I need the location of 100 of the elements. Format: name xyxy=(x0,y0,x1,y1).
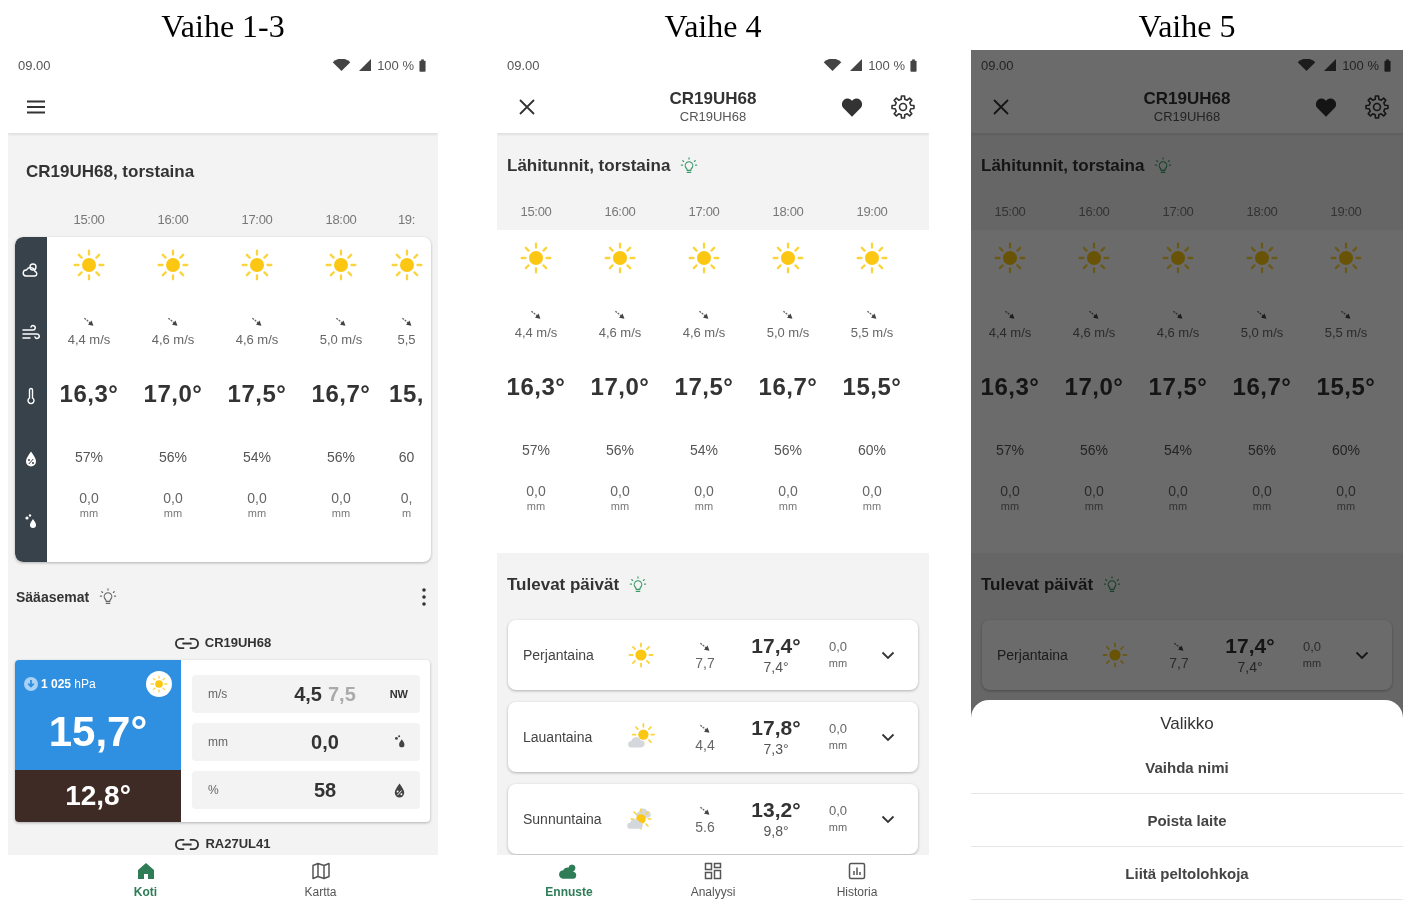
temperature: 16,7° xyxy=(311,379,371,409)
wind-speed: 4,6 m/s xyxy=(682,324,726,342)
battery-icon xyxy=(419,58,426,72)
hour-label: 17:00 xyxy=(241,211,273,227)
lightbulb-icon xyxy=(629,576,648,594)
section-title: Lähitunnit, torstaina xyxy=(981,155,1145,177)
menu-item[interactable]: Liitä peltolohkoja xyxy=(971,847,1403,900)
high-temperature: 17,4° xyxy=(1225,634,1275,658)
rain-amount: 0,0 xyxy=(1168,482,1188,500)
wind-speed: 4,4 m/s xyxy=(67,331,111,349)
rain-unit: mm xyxy=(1168,500,1188,512)
battery-icon xyxy=(910,58,917,72)
rain-amount: 0,0 xyxy=(862,482,882,500)
battery-level: 100 % xyxy=(1342,57,1379,73)
rain-amount: 0,0 xyxy=(610,482,630,500)
rain-amount: 0,0 xyxy=(1336,482,1356,500)
hour-label: 18:00 xyxy=(325,211,357,227)
cloud-sun-icon xyxy=(559,861,579,881)
low-temperature: 7,4° xyxy=(763,658,789,676)
rain-amount: 0,0 xyxy=(79,489,99,507)
wind-arrow-icon xyxy=(166,315,180,329)
reading-unit: mm xyxy=(208,735,229,749)
temperature: 17,0° xyxy=(590,372,650,402)
wind-speed: 4,6 m/s xyxy=(151,331,195,349)
lightbulb-icon xyxy=(1103,576,1122,594)
status-time: 09.00 xyxy=(507,57,541,73)
step-caption: Vaihe 1-3 xyxy=(160,7,286,46)
nav-tab[interactable]: Ennuste xyxy=(497,855,641,904)
rain-amount: 0,0 xyxy=(778,482,798,500)
nav-tab[interactable]: Koti xyxy=(58,855,233,904)
section-title: Tulevat päivät xyxy=(981,574,1094,596)
kebab-icon xyxy=(422,588,426,606)
reading-value: 58 xyxy=(313,778,337,801)
wind-arrow-icon xyxy=(1087,308,1101,322)
section-title: Tulevat päivät xyxy=(507,574,620,596)
humidity-value: 54% xyxy=(243,448,271,467)
wind-arrow-icon xyxy=(250,315,264,329)
rain-unit: mm xyxy=(1302,656,1322,671)
rain-unit: mm xyxy=(778,500,798,512)
section-title: Lähitunnit, torstaina xyxy=(507,155,671,177)
humidity-value: 57% xyxy=(522,441,550,460)
rain-amount: 0,0 xyxy=(163,489,183,507)
device-subtitle: CR19UH68 xyxy=(679,108,747,125)
grid-icon xyxy=(703,861,723,881)
hour-label: 15:00 xyxy=(520,203,552,219)
nav-tab[interactable]: Historia xyxy=(785,855,929,904)
temperature: 15,5° xyxy=(1316,372,1376,402)
humidity-value: 54% xyxy=(690,441,718,460)
step-caption: Vaihe 4 xyxy=(663,7,763,46)
wind-speed: 7,7 xyxy=(695,654,715,672)
home-icon xyxy=(135,861,156,881)
rain-unit: mm xyxy=(331,507,351,519)
rain-amount: 0,0 xyxy=(1252,482,1272,500)
rain-unit: mm xyxy=(1252,500,1272,512)
humidity-value: 60% xyxy=(858,441,886,460)
day-name: Sunnuntaina xyxy=(523,811,603,827)
settings-icon xyxy=(890,93,916,120)
humidity-value: 57% xyxy=(996,441,1024,460)
wind-speed: 5,5 m/s xyxy=(1324,324,1368,342)
rain-unit: mm xyxy=(828,820,848,835)
wind-arrow-icon xyxy=(781,308,795,322)
reading-value: 0,0 xyxy=(311,730,339,753)
hour-label: 16:00 xyxy=(604,203,636,219)
section-title: Sääasemat xyxy=(16,589,90,605)
menu-item[interactable]: Vaihda nimi xyxy=(971,741,1403,794)
wind-arrow-icon xyxy=(613,308,627,322)
nav-tab[interactable]: Analyysi xyxy=(641,855,785,904)
wind-arrow-icon xyxy=(865,308,879,322)
hour-label: 19: xyxy=(397,211,416,227)
rain-unit: mm xyxy=(1336,500,1356,512)
rain-amount: 0,0 xyxy=(526,482,546,500)
high-temperature: 17,4° xyxy=(751,634,801,658)
low-temperature: 7,4° xyxy=(1237,658,1263,676)
rain-unit: mm xyxy=(1084,500,1104,512)
reading-value: 4,5 xyxy=(294,682,322,705)
wind-speed: 5,0 m/s xyxy=(319,331,363,349)
nav-tab[interactable]: Kartta xyxy=(233,855,408,904)
wind-speed: 4,4 m/s xyxy=(988,324,1032,342)
wind-arrow-icon xyxy=(698,804,712,818)
wind-speed: 4,4 xyxy=(695,736,715,754)
temperature: 17,0° xyxy=(143,379,203,409)
lightbulb-icon xyxy=(680,157,699,175)
wind-speed: 4,4 m/s xyxy=(514,324,558,342)
wifi-icon xyxy=(332,58,352,72)
wind-arrow-icon xyxy=(82,315,96,329)
step-caption: Vaihe 5 xyxy=(1137,7,1237,46)
forecast-title: CR19UH68, torstaina xyxy=(26,161,196,183)
rain-amount: 0,0 xyxy=(828,638,848,655)
reading-unit: m/s xyxy=(208,687,229,701)
rain-amount: 0,0 xyxy=(828,720,848,737)
station-name: CR19UH68 xyxy=(204,634,272,652)
wind-speed: 4,6 m/s xyxy=(1156,324,1200,342)
menu-item[interactable]: Poista laite xyxy=(971,794,1403,847)
rain-amount: 0,0 xyxy=(247,489,267,507)
wind-arrow-icon xyxy=(399,315,414,329)
wind-arrow-icon xyxy=(697,308,711,322)
rain-unit: mm xyxy=(163,507,183,519)
wind-speed: 5,5 m/s xyxy=(850,324,894,342)
humidity-value: 56% xyxy=(774,441,802,460)
temperature: 15,5° xyxy=(842,372,902,402)
